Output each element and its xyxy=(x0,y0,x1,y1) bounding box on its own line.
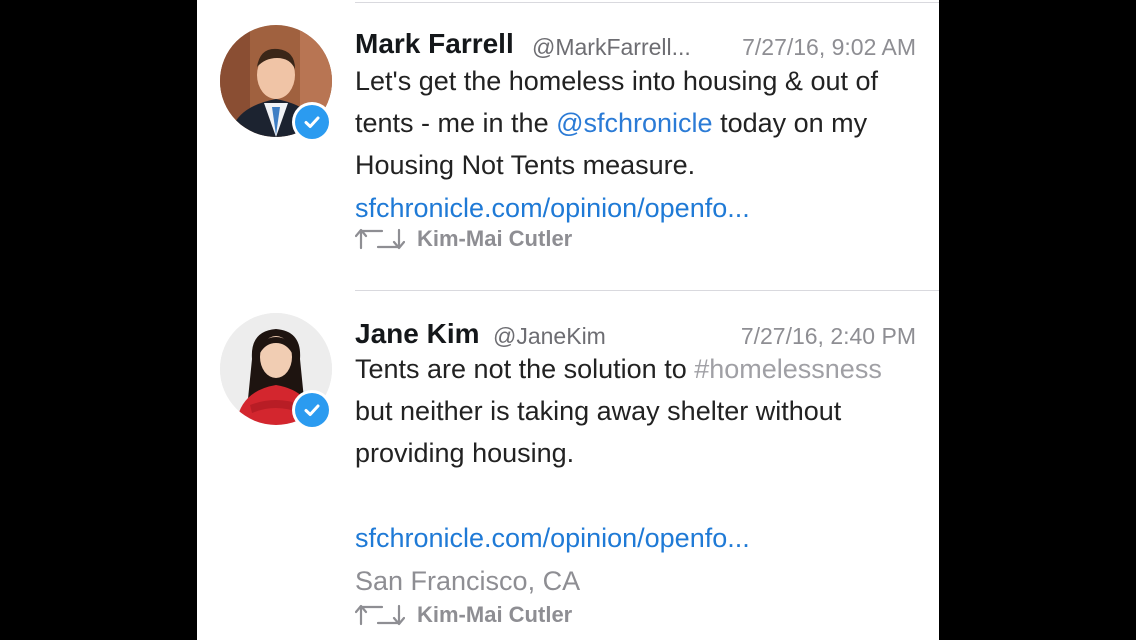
tweet-text-part: Tents are not the solution to xyxy=(355,354,695,384)
verified-badge-icon xyxy=(292,102,332,142)
location-label[interactable]: San Francisco, CA xyxy=(355,566,580,597)
timeline: Mark Farrell @MarkFarrell... 7/27/16, 9:… xyxy=(197,0,939,640)
tweet-card[interactable]: Mark Farrell @MarkFarrell... 7/27/16, 9:… xyxy=(197,0,939,290)
tweet-text: Tents are not the solution to #homelessn… xyxy=(355,348,925,474)
author-handle[interactable]: @MarkFarrell... xyxy=(532,34,691,61)
tweet-text: Let's get the homeless into housing & ou… xyxy=(355,60,925,186)
timestamp: 7/27/16, 2:40 PM xyxy=(740,323,916,349)
timestamp: 7/27/16, 9:02 AM xyxy=(742,34,916,60)
author-handle[interactable]: @JaneKim xyxy=(493,323,606,350)
hashtag-link[interactable]: #homelessness xyxy=(694,354,882,384)
retweeted-by-label[interactable]: Kim-Mai Cutler xyxy=(417,602,572,628)
retweet-context: Kim-Mai Cutler xyxy=(355,602,572,628)
retweeted-by-label[interactable]: Kim-Mai Cutler xyxy=(417,226,572,252)
url-link[interactable]: sfchronicle.com/opinion/openfo... xyxy=(355,523,750,554)
mention-link[interactable]: @sfchronicle xyxy=(556,108,712,138)
author-name[interactable]: Mark Farrell xyxy=(355,28,514,60)
verified-badge-icon xyxy=(292,390,332,430)
retweet-context: Kim-Mai Cutler xyxy=(355,226,572,252)
retweet-icon xyxy=(355,228,405,250)
url-link[interactable]: sfchronicle.com/opinion/openfo... xyxy=(355,193,750,224)
author-name[interactable]: Jane Kim xyxy=(355,318,480,350)
retweet-icon xyxy=(355,604,405,626)
tweet-text-part: but neither is taking away shelter witho… xyxy=(355,396,842,468)
tweet-card[interactable]: Jane Kim @JaneKim 7/27/16, 2:40 PM Tents… xyxy=(197,291,939,640)
